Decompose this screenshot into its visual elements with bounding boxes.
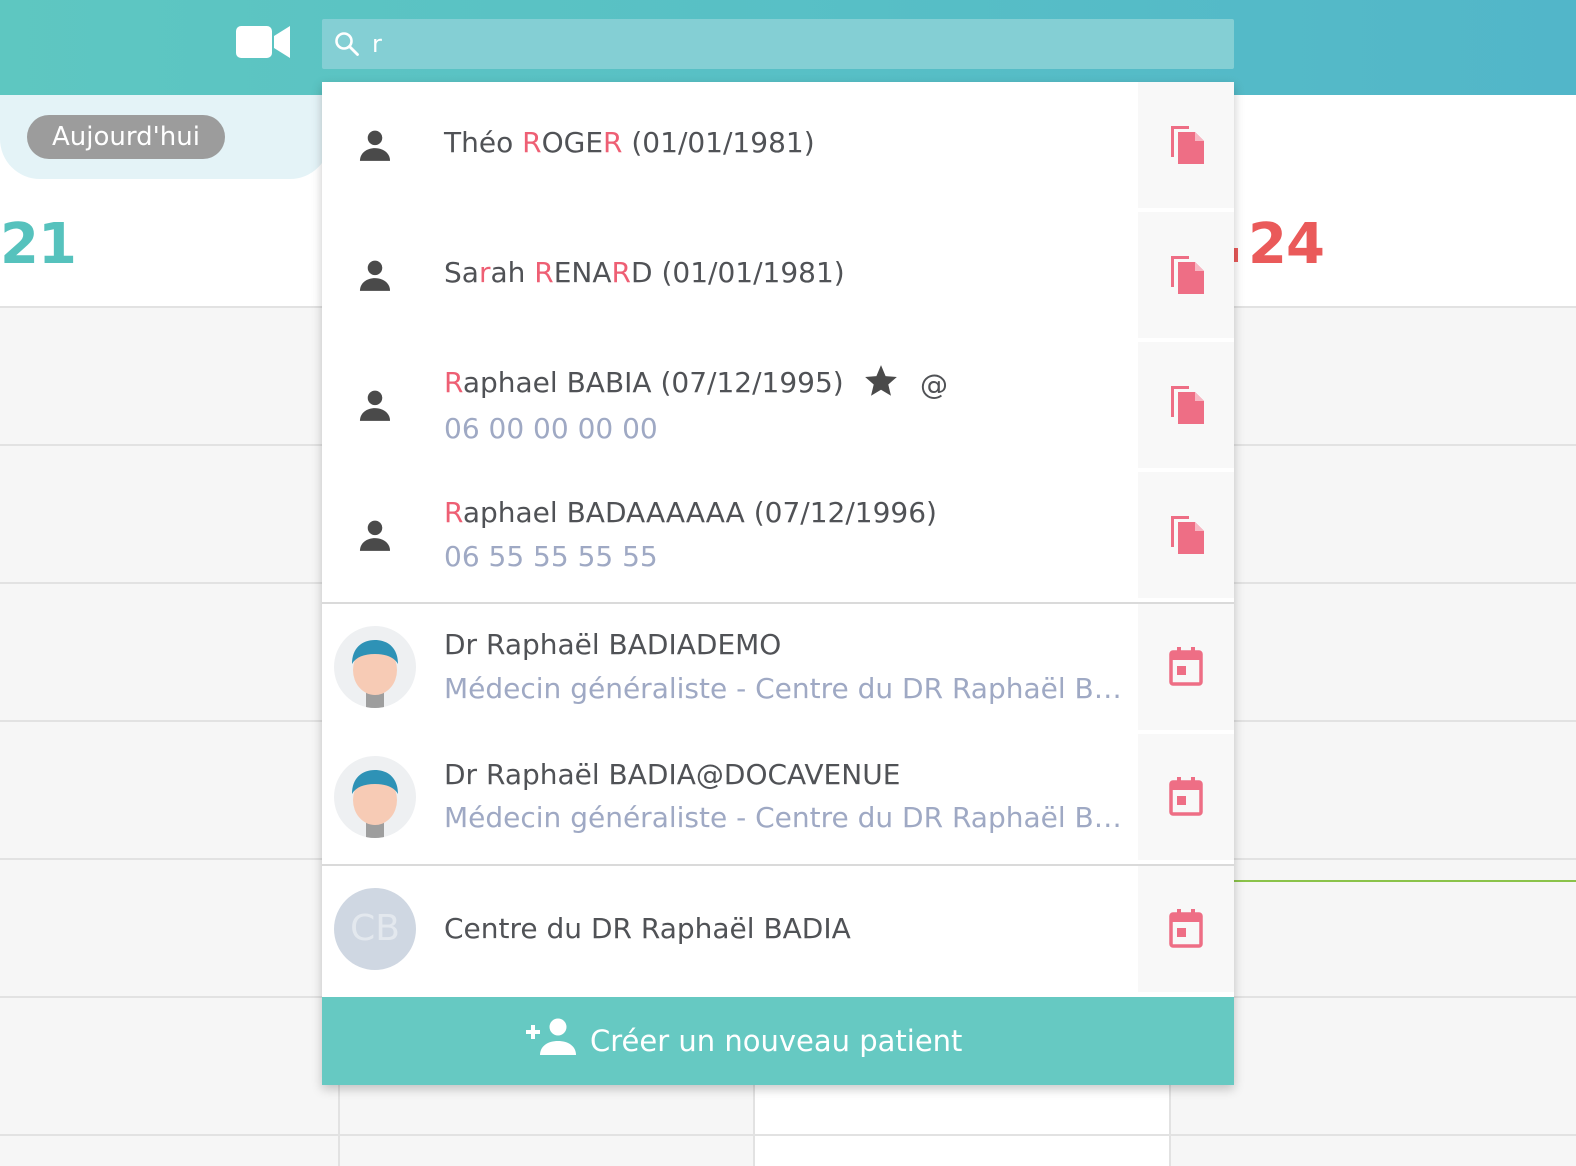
center-avatar: CB xyxy=(334,888,416,970)
doctor-avatar xyxy=(334,756,416,838)
calendar-icon xyxy=(1169,647,1203,686)
file-copy-icon xyxy=(1171,256,1204,294)
practitioner-name: Dr Raphaël BADIADEMO xyxy=(444,628,782,661)
practitioner-result[interactable]: Dr Raphaël BADIADEMO Médecin généraliste… xyxy=(322,604,1234,734)
calendar-icon xyxy=(1169,909,1203,948)
patient-result[interactable]: Sarah RENARD (01/01/1981) xyxy=(322,212,1234,342)
practitioner-name: Dr Raphaël BADIA@DOCAVENUE xyxy=(444,758,901,791)
doctor-avatar xyxy=(334,626,416,708)
day-number-left[interactable]: 21 xyxy=(0,212,77,277)
patient-file-button[interactable] xyxy=(1138,82,1234,208)
day-number-right[interactable]: 24 xyxy=(1248,212,1325,277)
email-indicator: @ xyxy=(920,368,948,401)
patient-file-button[interactable] xyxy=(1138,342,1234,468)
patient-name: Raphael BABIA (07/12/1995) xyxy=(444,366,844,399)
calendar-cell[interactable] xyxy=(754,1085,1170,1166)
search-icon xyxy=(334,31,360,57)
patient-phone: 06 55 55 55 55 xyxy=(444,540,658,573)
search-bar xyxy=(322,19,1234,69)
patient-result[interactable]: Raphael BABIA (07/12/1995) @ 06 00 00 00… xyxy=(322,342,1234,472)
practitioner-result[interactable]: Dr Raphaël BADIA@DOCAVENUE Médecin génér… xyxy=(322,734,1234,864)
book-appointment-button[interactable] xyxy=(1138,866,1234,992)
patient-result[interactable]: Théo ROGER (01/01/1981) xyxy=(322,82,1234,212)
video-camera-icon[interactable] xyxy=(234,24,292,60)
practitioner-specialty: Médecin généraliste - Centre du DR Rapha… xyxy=(444,672,1124,705)
file-copy-icon xyxy=(1171,386,1204,424)
patient-phone: 06 00 00 00 00 xyxy=(444,412,658,445)
calendar-column-line xyxy=(753,1080,755,1166)
file-copy-icon xyxy=(1171,126,1204,164)
book-appointment-button[interactable] xyxy=(1138,734,1234,860)
search-results-dropdown: Théo ROGER (01/01/1981) Sarah RENARD (01… xyxy=(322,82,1234,1085)
practitioner-specialty: Médecin généraliste - Centre du DR Rapha… xyxy=(444,801,1124,834)
create-patient-button[interactable]: Créer un nouveau patient xyxy=(322,997,1234,1085)
patient-name: Sarah RENARD (01/01/1981) xyxy=(444,256,845,289)
calendar-grid-line xyxy=(0,1134,1576,1136)
file-copy-icon xyxy=(1171,516,1204,554)
person-icon xyxy=(356,256,394,294)
person-icon xyxy=(356,126,394,164)
calendar-column-line xyxy=(338,1080,340,1166)
patient-result[interactable]: Raphael BADAAAAAA (07/12/1996) 06 55 55 … xyxy=(322,472,1234,602)
center-result[interactable]: CB Centre du DR Raphaël BADIA xyxy=(322,866,1234,996)
person-icon xyxy=(356,386,394,424)
patient-file-button[interactable] xyxy=(1138,472,1234,598)
create-patient-label: Créer un nouveau patient xyxy=(590,1024,963,1058)
calendar-icon xyxy=(1169,777,1203,816)
person-icon xyxy=(356,516,394,554)
today-button[interactable]: Aujourd'hui xyxy=(27,115,225,159)
calendar-column-line xyxy=(1169,1080,1171,1166)
person-add-icon xyxy=(526,1018,576,1055)
current-time-line xyxy=(1234,880,1576,882)
search-input[interactable] xyxy=(372,19,1212,69)
star-icon xyxy=(862,362,900,400)
top-bar xyxy=(0,0,1576,95)
book-appointment-button[interactable] xyxy=(1138,604,1234,730)
center-name: Centre du DR Raphaël BADIA xyxy=(444,912,851,945)
patient-name: Théo ROGER (01/01/1981) xyxy=(444,126,815,159)
patient-name: Raphael BADAAAAAA (07/12/1996) xyxy=(444,496,937,529)
patient-file-button[interactable] xyxy=(1138,212,1234,338)
